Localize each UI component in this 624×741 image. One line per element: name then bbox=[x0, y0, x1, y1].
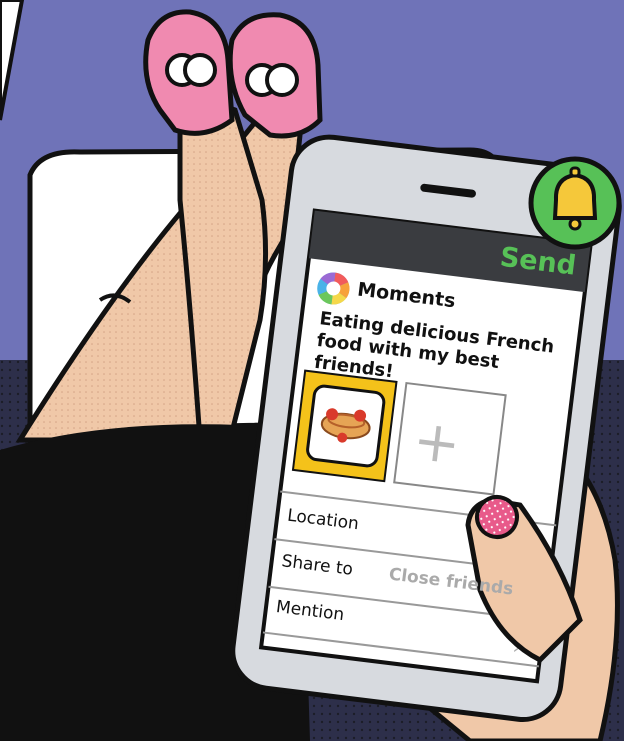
mention-row[interactable]: Mention bbox=[275, 597, 345, 625]
mention-label: Mention bbox=[274, 596, 346, 626]
plus-icon[interactable]: + bbox=[410, 408, 464, 478]
share-to-row[interactable]: Share to Close friends bbox=[281, 551, 541, 603]
share-to-label: Share to bbox=[280, 551, 354, 580]
phone-screen: Send Moments Eating delicious French foo… bbox=[261, 211, 591, 682]
send-button[interactable]: Send bbox=[498, 242, 578, 282]
location-label: Location bbox=[286, 505, 360, 535]
post-text[interactable]: Eating delicious French food with my bes… bbox=[313, 308, 579, 405]
moments-title: Moments bbox=[356, 278, 457, 313]
location-row[interactable]: Location bbox=[286, 506, 360, 535]
bell-icon bbox=[528, 156, 622, 250]
share-to-value: Close friends bbox=[387, 564, 515, 600]
